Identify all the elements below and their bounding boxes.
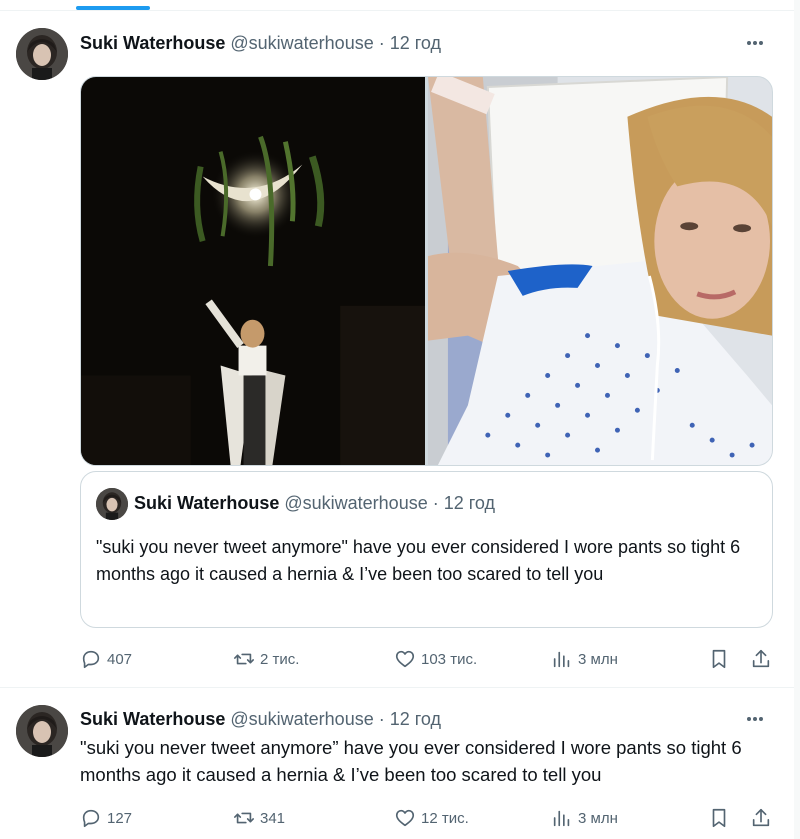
reply-button[interactable]: 127: [80, 806, 132, 830]
active-tab-indicator: [76, 6, 150, 10]
repost-count: 2 тис.: [260, 650, 300, 668]
tweet-timestamp[interactable]: 12 год: [390, 33, 441, 54]
quoted-header: Suki Waterhouse @sukiwaterhouse · 12 год: [134, 493, 495, 514]
share-button[interactable]: [750, 806, 772, 830]
like-count: 12 тис.: [421, 809, 469, 827]
bookmark-button[interactable]: [708, 647, 730, 671]
more-options-button[interactable]: [744, 33, 766, 53]
separator-dot: ·: [378, 708, 385, 729]
avatar[interactable]: [16, 705, 68, 757]
reply-button[interactable]: 407: [80, 647, 132, 671]
like-button[interactable]: 103 тис.: [394, 647, 477, 671]
quoted-timestamp: 12 год: [443, 493, 496, 513]
bookmark-icon: [712, 808, 726, 828]
avatar[interactable]: [16, 28, 68, 80]
views-button[interactable]: 3 млн: [551, 647, 618, 671]
author-name[interactable]: Suki Waterhouse: [80, 33, 225, 54]
tweet-actions: 127 341 12 тис. 3 млн: [80, 806, 774, 830]
repost-icon: [234, 653, 254, 665]
quoted-author-name: Suki Waterhouse: [134, 493, 280, 513]
separator-dot: ·: [432, 493, 439, 513]
repost-button[interactable]: 2 тис.: [233, 647, 299, 671]
reply-icon: [82, 809, 100, 828]
repost-count: 341: [260, 809, 286, 827]
analytics-icon: [553, 810, 570, 827]
tweet-text: "suki you never tweet anymore” have you …: [80, 737, 742, 785]
tweet-header: Suki Waterhouse @sukiwaterhouse · 12 год: [80, 707, 441, 731]
view-count: 3 млн: [578, 809, 618, 827]
media-photo-concert[interactable]: [81, 77, 425, 465]
tweet-header: Suki Waterhouse @sukiwaterhouse · 12 год: [80, 31, 441, 55]
author-handle[interactable]: @sukiwaterhouse: [230, 33, 373, 54]
views-button[interactable]: 3 млн: [551, 806, 618, 830]
tweet-media: [80, 76, 773, 466]
view-count: 3 млн: [578, 650, 618, 668]
heart-icon: [395, 650, 415, 668]
repost-button[interactable]: 341: [233, 806, 285, 830]
analytics-icon: [553, 651, 570, 668]
reply-icon: [82, 650, 100, 669]
quoted-tweet[interactable]: Suki Waterhouse @sukiwaterhouse · 12 год…: [80, 471, 773, 628]
more-options-button[interactable]: [744, 709, 766, 729]
reply-count: 127: [107, 809, 133, 827]
bookmark-button[interactable]: [708, 806, 730, 830]
share-icon: [752, 649, 770, 668]
author-handle[interactable]: @sukiwaterhouse: [230, 709, 373, 730]
repost-icon: [234, 812, 254, 824]
more-icon: [747, 41, 763, 45]
media-photo-hospital-selfie[interactable]: [428, 77, 772, 465]
quoted-author-handle: @sukiwaterhouse: [284, 493, 428, 513]
more-icon: [747, 717, 763, 721]
like-count: 103 тис.: [421, 650, 478, 668]
heart-icon: [395, 809, 415, 827]
author-name[interactable]: Suki Waterhouse: [80, 709, 225, 730]
tweet[interactable]: Suki Waterhouse @sukiwaterhouse · 12 год…: [0, 689, 794, 839]
like-button[interactable]: 12 тис.: [394, 806, 469, 830]
share-icon: [752, 808, 770, 827]
separator-dot: ·: [378, 32, 385, 53]
tweet-actions: 407 2 тис. 103 тис. 3 млн: [80, 647, 774, 671]
quoted-text: "suki you never tweet anymore" have you …: [96, 537, 741, 584]
reply-count: 407: [107, 650, 133, 668]
share-button[interactable]: [750, 647, 772, 671]
quoted-avatar[interactable]: [96, 488, 128, 520]
tweet[interactable]: Suki Waterhouse @sukiwaterhouse · 12 год: [0, 11, 794, 688]
scrollbar[interactable]: [794, 0, 800, 839]
bookmark-icon: [712, 649, 726, 669]
tweet-timestamp[interactable]: 12 год: [390, 709, 441, 730]
